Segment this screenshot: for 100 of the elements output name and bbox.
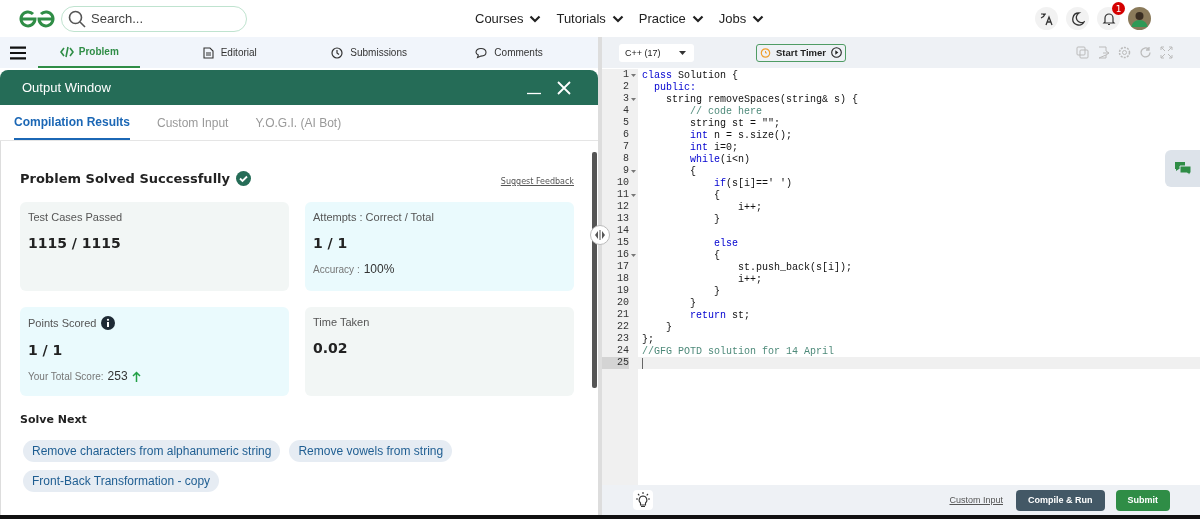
language-select[interactable]: C++ (17) bbox=[619, 43, 694, 62]
fold-arrow-icon[interactable] bbox=[631, 193, 636, 197]
code-line: }; bbox=[642, 333, 654, 345]
line-number: 15 bbox=[616, 237, 629, 249]
line-number: 24 bbox=[616, 345, 629, 357]
code-line: { bbox=[713, 189, 720, 201]
dark-mode-button[interactable] bbox=[1066, 7, 1089, 30]
timer-button[interactable]: Start Timer bbox=[756, 43, 846, 62]
translate-icon bbox=[1039, 11, 1054, 26]
line-number: 3 bbox=[622, 93, 629, 105]
menu-icon[interactable] bbox=[10, 44, 27, 61]
line-number: 9 bbox=[622, 165, 629, 177]
code-line: else bbox=[713, 237, 738, 249]
chevron-down-icon bbox=[611, 14, 624, 23]
code-line: int i=0; bbox=[689, 141, 739, 153]
problem-tab[interactable]: Comments bbox=[458, 37, 560, 68]
stat-label: Points Scored bbox=[28, 317, 97, 329]
line-number: 16 bbox=[616, 249, 629, 261]
bell-icon bbox=[1101, 11, 1116, 26]
line-number: 20 bbox=[616, 297, 629, 309]
fold-arrow-icon[interactable] bbox=[631, 73, 636, 77]
nav-menu[interactable]: Courses bbox=[475, 11, 542, 26]
nav-menu[interactable]: Jobs bbox=[718, 11, 765, 26]
fold-arrow-icon[interactable] bbox=[631, 253, 636, 257]
stat-value: 1115 / 1115 bbox=[28, 235, 122, 251]
line-number: 7 bbox=[622, 141, 629, 153]
search-icon bbox=[68, 9, 86, 28]
problem-tab[interactable]: Editorial bbox=[178, 37, 281, 68]
nav-menu[interactable]: Practice bbox=[638, 11, 704, 26]
note-label: Your Total Score: bbox=[28, 370, 104, 382]
nav-menu[interactable]: Tutorials bbox=[556, 11, 624, 26]
code-line: { bbox=[713, 249, 720, 261]
line-number: 25 bbox=[602, 357, 629, 369]
line-number: 18 bbox=[616, 273, 629, 285]
code-line: } bbox=[713, 213, 720, 225]
translate-button[interactable] bbox=[1035, 7, 1058, 30]
stat-value: 1 / 1 bbox=[28, 342, 64, 358]
code-line: while(i<n) bbox=[689, 153, 751, 165]
window-title: Output Window bbox=[22, 80, 111, 95]
stat-label: Test Cases Passed bbox=[28, 211, 123, 223]
line-number: 2 bbox=[622, 81, 629, 93]
alarm-clock-icon bbox=[760, 47, 771, 58]
code-line: } bbox=[689, 297, 696, 309]
stat-label: Time Taken bbox=[313, 316, 370, 328]
moon-icon bbox=[1070, 11, 1085, 26]
line-number: 11 bbox=[616, 189, 629, 201]
avatar-icon[interactable] bbox=[1128, 7, 1151, 30]
code-line: } bbox=[713, 285, 720, 297]
code-line: class Solution { bbox=[642, 69, 739, 81]
code-line: st.push_back(s[i]); bbox=[737, 261, 853, 273]
notification-badge: 1 bbox=[1112, 2, 1125, 15]
feedback-link[interactable]: Suggest Feedback bbox=[500, 177, 574, 186]
chat-button[interactable] bbox=[1165, 150, 1200, 187]
search-field[interactable]: Search... bbox=[61, 5, 247, 32]
code-line: string st = ""; bbox=[689, 117, 781, 129]
code-line: if(s[i]==' ') bbox=[713, 177, 793, 189]
close-icon[interactable] bbox=[557, 80, 571, 95]
section-heading: Solve Next bbox=[20, 413, 88, 426]
problem-tab[interactable]: Problem bbox=[38, 37, 141, 68]
line-number: 22 bbox=[616, 321, 629, 333]
code-line: i++; bbox=[737, 201, 763, 213]
chevron-down-icon bbox=[691, 14, 704, 23]
fold-arrow-icon[interactable] bbox=[631, 97, 636, 101]
note-value: 253 bbox=[107, 369, 128, 383]
line-number: 17 bbox=[616, 261, 629, 273]
code-line: return st; bbox=[689, 309, 751, 321]
logo-icon bbox=[18, 8, 56, 29]
stat-value: 1 / 1 bbox=[313, 235, 349, 251]
status-heading: Problem Solved Successfully bbox=[20, 171, 230, 186]
line-number: 12 bbox=[616, 201, 629, 213]
line-number: 14 bbox=[616, 225, 629, 237]
code-line: public: bbox=[653, 81, 696, 93]
notifications-button[interactable] bbox=[1097, 7, 1120, 30]
compile-run-button[interactable]: Compile & Run bbox=[1016, 489, 1105, 511]
clock-icon bbox=[331, 46, 346, 59]
problem-chip[interactable]: Front-Back Transformation - copy bbox=[23, 470, 220, 492]
problem-chip[interactable]: Remove vowels from string bbox=[289, 440, 453, 462]
problem-chip[interactable]: Remove characters from alphanumeric string bbox=[23, 440, 281, 462]
hint-button[interactable] bbox=[633, 490, 653, 510]
problem-tab[interactable]: Submissions bbox=[318, 37, 421, 68]
chevron-down-icon bbox=[752, 14, 765, 23]
play-circle-icon bbox=[831, 47, 842, 58]
output-tab[interactable]: Compilation Results bbox=[14, 105, 130, 140]
code-line: int n = s.size(); bbox=[689, 129, 793, 141]
chevron-down-icon bbox=[529, 14, 542, 23]
resize-handle-icon[interactable] bbox=[590, 225, 610, 245]
chat-bubbles-icon bbox=[1174, 161, 1191, 176]
line-number: 19 bbox=[616, 285, 629, 297]
code-line: { bbox=[689, 165, 696, 177]
caret-icon bbox=[679, 50, 686, 55]
fold-arrow-icon[interactable] bbox=[631, 169, 636, 173]
text-cursor bbox=[642, 357, 643, 369]
line-number: 4 bbox=[622, 105, 629, 117]
info-icon bbox=[101, 316, 116, 330]
custom-input-link[interactable]: Custom Input bbox=[949, 495, 1003, 505]
code-line: string removeSpaces(string& s) { bbox=[665, 93, 859, 105]
line-number: 8 bbox=[622, 153, 629, 165]
code-icon bbox=[59, 45, 74, 58]
code-line: //GFG POTD solution for 14 April bbox=[642, 345, 835, 357]
submit-button[interactable]: Submit bbox=[1115, 489, 1170, 511]
